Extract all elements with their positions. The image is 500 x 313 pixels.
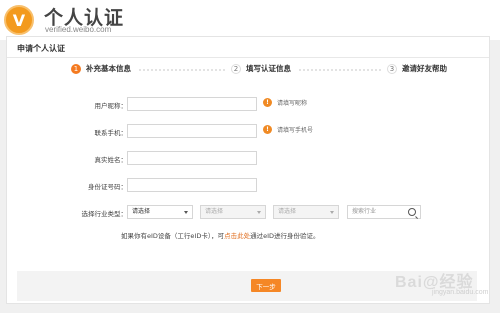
eid-link[interactable]: 点击此处 [224, 232, 250, 240]
step-3-label: 邀请好友帮助 [402, 64, 447, 73]
search-icon[interactable] [408, 208, 416, 216]
realname-input[interactable] [127, 151, 257, 165]
logo-letter: V [12, 10, 26, 30]
nickname-label: 用户昵称： [94, 102, 128, 110]
panel-title: 申请个人认证 [17, 44, 65, 53]
step-2-label: 填写认证信息 [246, 64, 291, 73]
sub-select-2-value: 请选择 [278, 208, 297, 215]
step-connector-1 [139, 69, 225, 72]
industry-row: 选择行业类型： 请选择 请选择 请选择 搜索行业 [7, 205, 487, 219]
step-2: 2 填写认证信息 [231, 63, 291, 74]
phone-hint: ! 请填写手机号 [263, 125, 313, 134]
industry-label: 选择行业类型： [81, 210, 128, 218]
industry-select[interactable]: 请选择 [127, 205, 193, 219]
idnum-row: 身份证号码： [7, 178, 487, 192]
industry-search-input[interactable]: 搜索行业 [347, 205, 421, 219]
step-1: 1 补充基本信息 [71, 63, 131, 74]
phone-input[interactable] [127, 124, 257, 138]
step-3: 3 邀请好友帮助 [387, 63, 447, 74]
application-panel: 申请个人认证 1 补充基本信息 2 填写认证信息 3 邀请好友帮助 用户昵称： … [6, 36, 490, 304]
industry-select-value: 请选择 [132, 208, 151, 215]
header: V 个人认证 verified.weibo.com [0, 0, 500, 40]
industry-search-placeholder: 搜索行业 [352, 208, 377, 215]
step-1-number: 1 [71, 63, 81, 74]
eid-note-prefix: 如果你有eID设备（工行eID卡），可 [121, 232, 225, 240]
step-2-number: 2 [231, 63, 241, 74]
nickname-hint: ! 请填写昵称 [263, 98, 307, 107]
panel-divider [7, 57, 489, 58]
step-connector-2 [299, 69, 381, 72]
idnum-input[interactable] [127, 178, 257, 192]
weibo-verified-logo: V [4, 5, 34, 35]
nickname-row: 用户昵称： ! 请填写昵称 [7, 97, 487, 111]
phone-row: 联系手机： ! 请填写手机号 [7, 124, 487, 138]
eid-note: 如果你有eID设备（工行eID卡），可点击此处通过eID进行身份验证。 [121, 230, 320, 240]
chevron-down-icon [257, 211, 261, 214]
step-1-label: 补充基本信息 [86, 64, 131, 73]
nickname-input[interactable] [127, 97, 257, 111]
realname-row: 真实姓名： [7, 151, 487, 165]
info-icon: ! [263, 125, 272, 134]
chevron-down-icon [184, 211, 188, 214]
idnum-label: 身份证号码： [88, 183, 127, 191]
phone-label: 联系手机： [94, 129, 128, 137]
info-icon: ! [263, 98, 272, 107]
sub-industry-select-2[interactable]: 请选择 [273, 205, 339, 219]
phone-hint-text: 请填写手机号 [277, 127, 314, 134]
sub-industry-select-1[interactable]: 请选择 [200, 205, 266, 219]
eid-note-suffix: 通过eID进行身份验证。 [250, 232, 320, 240]
chevron-down-icon [330, 211, 334, 214]
watermark-url: jingyan.baidu.com [432, 289, 489, 296]
sub-select-1-value: 请选择 [205, 208, 224, 215]
step-3-number: 3 [387, 63, 397, 74]
next-step-button[interactable]: 下一步 [251, 279, 281, 292]
site-domain: verified.weibo.com [45, 25, 112, 34]
nickname-hint-text: 请填写昵称 [277, 100, 308, 107]
realname-label: 真实姓名： [94, 156, 128, 164]
